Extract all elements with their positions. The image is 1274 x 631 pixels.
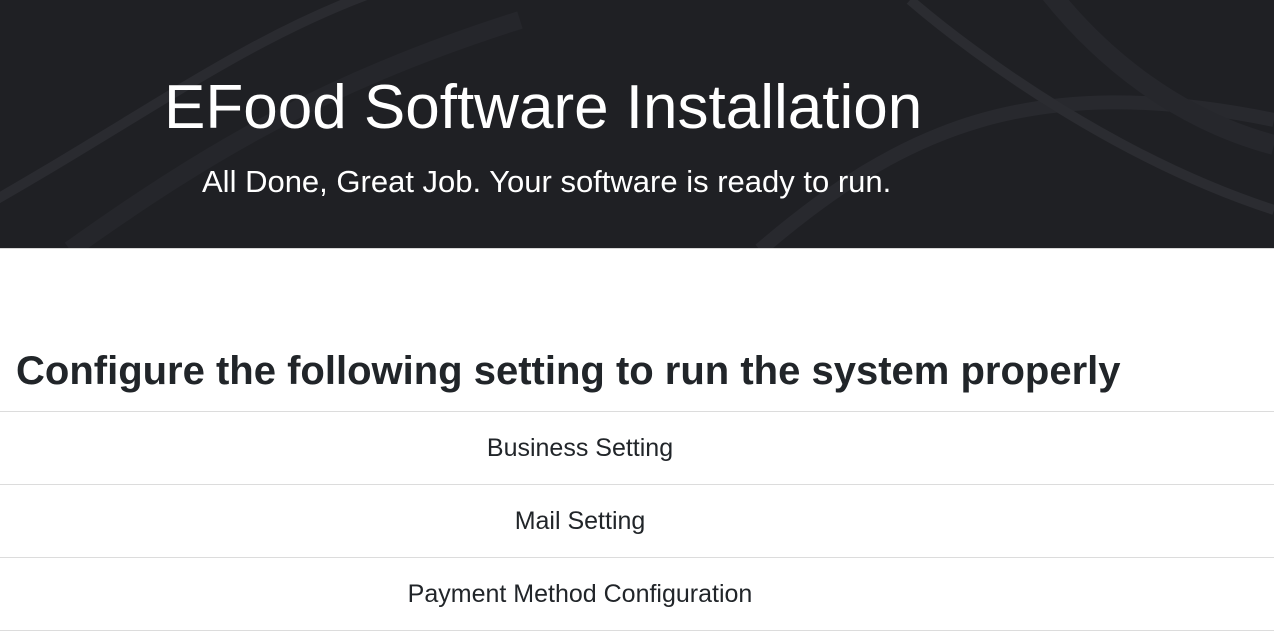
installation-subtitle: All Done, Great Job. Your software is re… xyxy=(202,164,892,199)
settings-item-payment: Payment Method Configuration xyxy=(0,558,1274,631)
installation-title: EFood Software Installation xyxy=(164,73,923,142)
configuration-heading: Configure the following setting to run t… xyxy=(16,349,1121,393)
settings-item-mail: Mail Setting xyxy=(0,485,1274,558)
payment-method-configuration-link[interactable]: Payment Method Configuration xyxy=(0,558,1160,630)
mail-setting-link[interactable]: Mail Setting xyxy=(0,485,1160,557)
business-setting-link[interactable]: Business Setting xyxy=(0,412,1160,484)
installation-header: EFood Software Installation All Done, Gr… xyxy=(0,0,1274,249)
settings-item-business: Business Setting xyxy=(0,412,1274,485)
settings-list: Business Setting Mail Setting Payment Me… xyxy=(0,411,1274,631)
